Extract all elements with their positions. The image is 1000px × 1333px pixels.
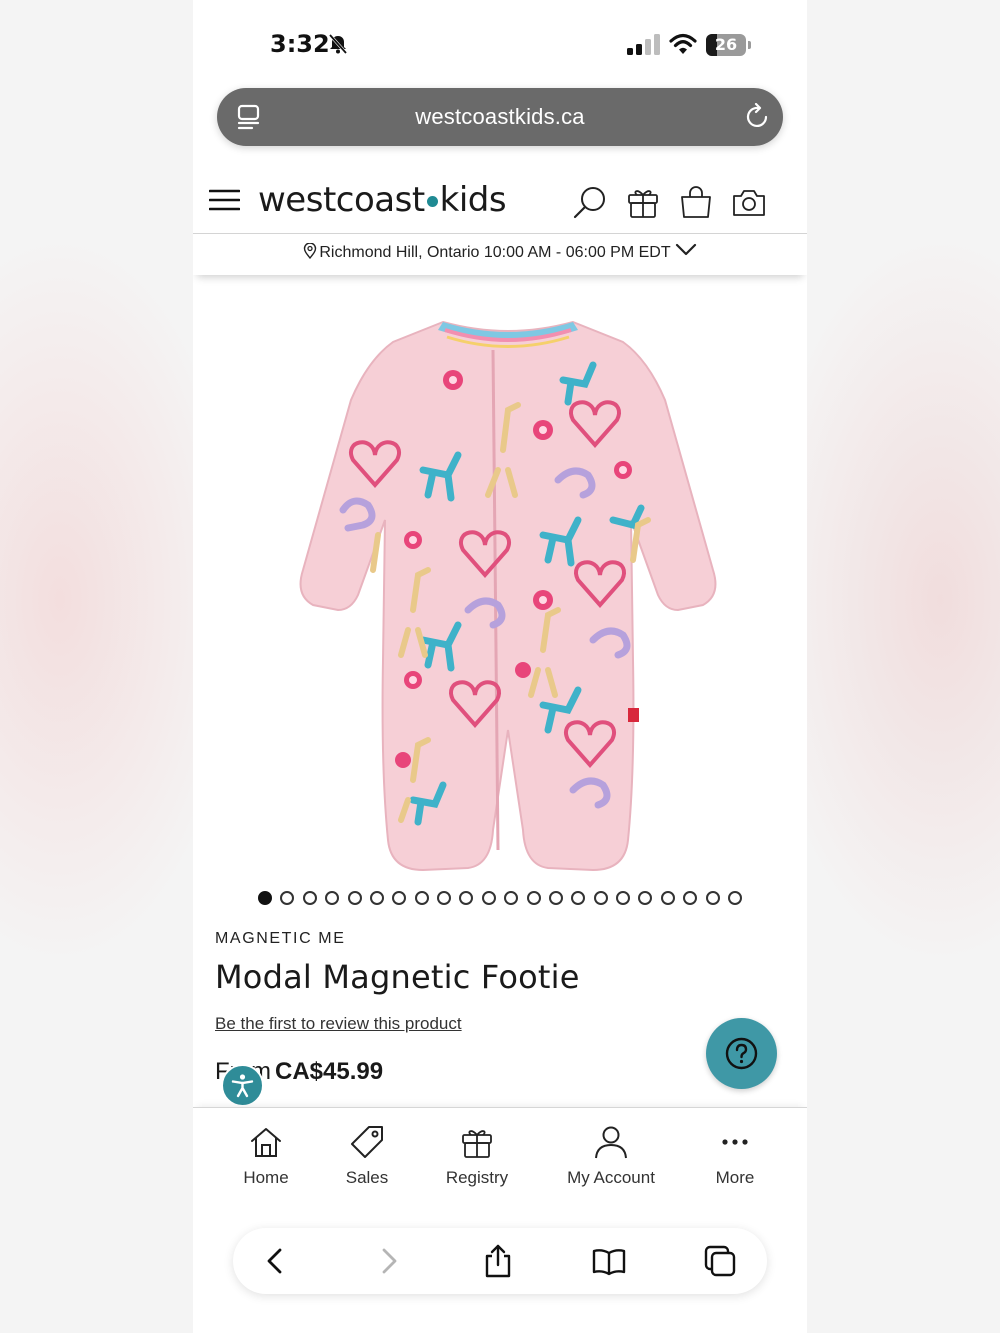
more-dots-icon <box>722 1139 748 1145</box>
carousel-dot[interactable] <box>504 891 519 905</box>
address-bar[interactable]: westcoastkids.ca <box>217 88 783 146</box>
reload-icon[interactable] <box>745 103 771 131</box>
accessibility-button[interactable] <box>221 1064 264 1107</box>
carousel-dot[interactable] <box>593 891 608 905</box>
logo-dot <box>426 196 438 207</box>
product-image[interactable] <box>293 310 723 880</box>
nav-account-label: My Account <box>567 1168 655 1187</box>
nav-more-label: More <box>715 1168 755 1187</box>
carousel-dot[interactable] <box>302 891 317 905</box>
carousel-dot[interactable] <box>727 891 742 905</box>
battery-indicator: 26 <box>706 34 751 56</box>
carousel-dot[interactable] <box>280 891 295 905</box>
nav-account[interactable]: My Account <box>561 1124 661 1188</box>
carousel-dot[interactable] <box>660 891 675 905</box>
signal-icon <box>627 34 660 55</box>
battery-level: 26 <box>714 35 738 54</box>
carousel-dot[interactable] <box>683 891 698 905</box>
logo-text-left: westcoast <box>258 180 425 220</box>
bottom-nav: Home Sales Registry My Account More <box>193 1107 807 1207</box>
help-button[interactable] <box>706 1018 777 1089</box>
price-value: CA$45.99 <box>275 1058 384 1085</box>
nav-sales[interactable]: Sales <box>334 1124 400 1188</box>
back-icon[interactable] <box>259 1244 293 1278</box>
tabs-icon[interactable] <box>703 1244 737 1278</box>
carousel-dot[interactable] <box>638 891 653 905</box>
bookmarks-icon[interactable] <box>592 1244 626 1278</box>
browser-toolbar <box>233 1228 767 1294</box>
share-icon[interactable] <box>481 1244 515 1278</box>
nav-registry[interactable]: Registry <box>441 1124 513 1188</box>
carousel-dot[interactable] <box>414 891 429 905</box>
forward-icon[interactable] <box>371 1244 405 1278</box>
chevron-down-icon[interactable] <box>675 243 697 257</box>
site-header: westcoast kids <box>193 170 807 234</box>
carousel-dot[interactable] <box>369 891 384 905</box>
carousel-dot[interactable] <box>325 891 340 905</box>
search-icon[interactable] <box>572 184 608 220</box>
carousel-dots[interactable] <box>193 891 807 907</box>
carousel-dot[interactable] <box>616 891 631 905</box>
carousel-dot[interactable] <box>437 891 452 905</box>
menu-icon[interactable] <box>209 188 240 212</box>
nav-home[interactable]: Home <box>233 1124 299 1188</box>
phone-screen: 3:32 26 westcoastkids.ca westcoast kids … <box>193 0 807 1333</box>
carousel-dot[interactable] <box>481 891 496 905</box>
status-time: 3:32 <box>270 30 330 58</box>
nav-more[interactable]: More <box>705 1124 765 1188</box>
user-icon <box>595 1126 627 1159</box>
carousel-dot[interactable] <box>526 891 541 905</box>
product-brand[interactable]: MAGNETIC ME <box>215 930 346 948</box>
shopping-bag-icon[interactable] <box>678 184 714 220</box>
nav-home-label: Home <box>243 1168 289 1187</box>
carousel-dot[interactable] <box>459 891 474 905</box>
nav-sales-label: Sales <box>345 1168 389 1187</box>
home-icon <box>251 1128 281 1157</box>
logo-text-right: kids <box>439 180 507 220</box>
wifi-icon <box>669 33 697 54</box>
question-icon <box>725 1037 758 1070</box>
accessibility-icon <box>231 1074 254 1098</box>
url-text[interactable]: westcoastkids.ca <box>217 104 783 130</box>
location-pin-icon <box>304 243 317 259</box>
tag-icon <box>351 1126 383 1158</box>
carousel-dot[interactable] <box>548 891 563 905</box>
gift-icon <box>462 1130 492 1158</box>
carousel-dot[interactable] <box>705 891 720 905</box>
camera-icon[interactable] <box>731 184 767 220</box>
carousel-dot[interactable] <box>392 891 407 905</box>
gift-icon[interactable] <box>625 184 661 220</box>
carousel-dot[interactable] <box>571 891 586 905</box>
store-location-bar[interactable]: Richmond Hill, Ontario 10:00 AM - 06:00 … <box>193 235 807 275</box>
status-bar: 3:32 26 <box>193 0 807 84</box>
carousel-dot[interactable] <box>347 891 362 905</box>
review-link[interactable]: Be the first to review this product <box>215 1014 462 1034</box>
store-info: Richmond Hill, Ontario 10:00 AM - 06:00 … <box>319 244 671 261</box>
site-logo[interactable]: westcoast kids <box>258 180 507 220</box>
carousel-dot[interactable] <box>258 891 273 905</box>
nav-registry-label: Registry <box>445 1168 509 1187</box>
bell-muted-icon <box>328 34 348 54</box>
product-title: Modal Magnetic Footie <box>215 958 580 996</box>
